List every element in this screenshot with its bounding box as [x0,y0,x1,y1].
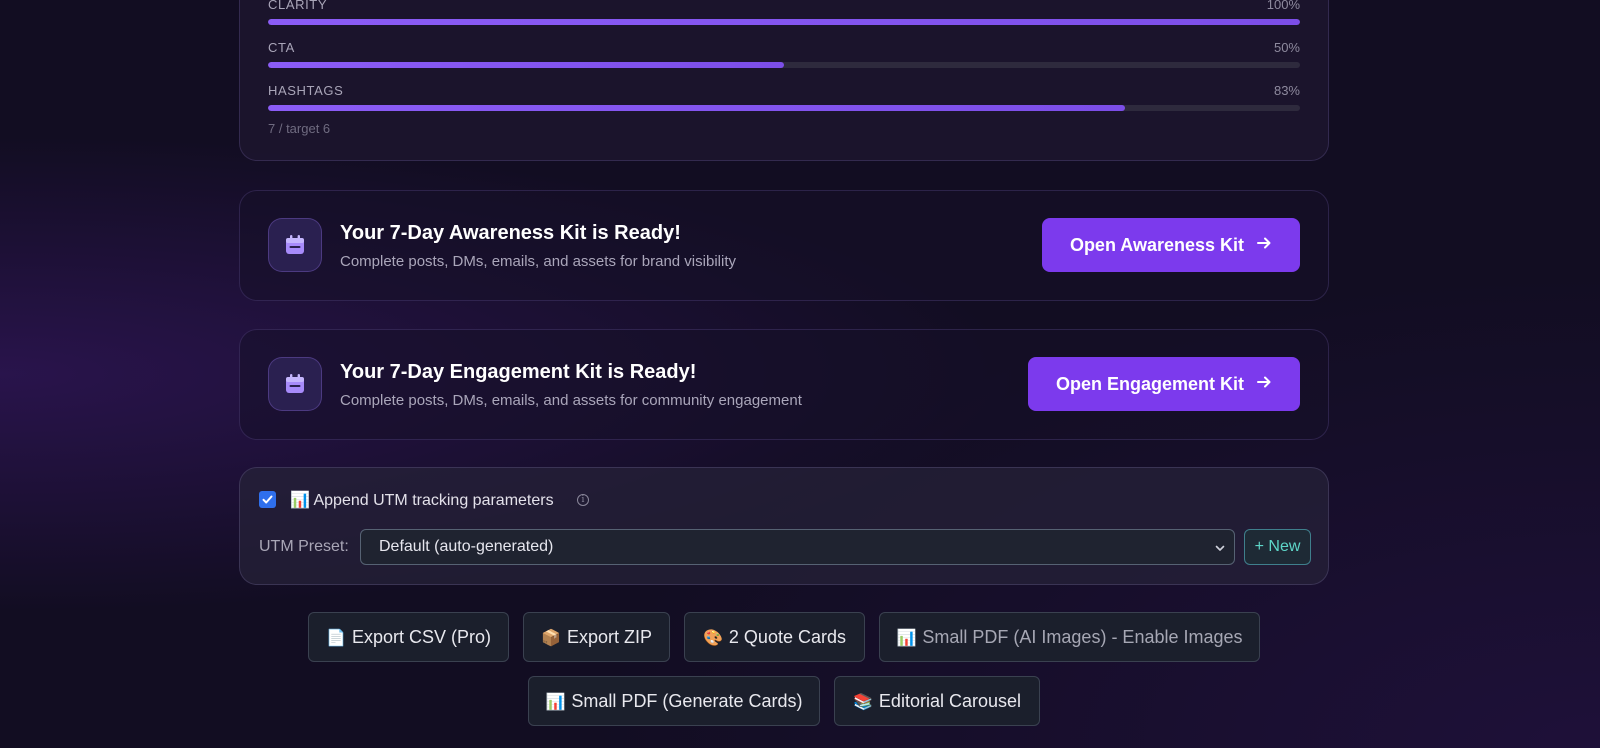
hashtags-note: 7 / target 6 [268,121,331,136]
progress-fill [268,62,784,68]
document-icon: 📄 [326,627,346,647]
progress-track [268,105,1300,111]
awareness-kit-card: Your 7-Day Awareness Kit is Ready! Compl… [239,190,1329,301]
export-zip-button[interactable]: 📦 Export ZIP [523,612,670,662]
metric-percent: 50% [1273,40,1300,55]
progress-track [268,62,1300,68]
utm-panel: 📊 Append UTM tracking parameters i UTM P… [239,467,1329,585]
button-label: Open Engagement Kit [1055,373,1244,394]
kit-subtitle: Complete posts, DMs, emails, and assets … [340,392,802,409]
utm-checkbox[interactable] [259,491,276,508]
utm-preset-select[interactable]: Default (auto-generated) [360,529,1235,565]
check-icon [262,495,273,504]
bar-chart-icon: 📊 [545,691,566,711]
utm-label[interactable]: 📊 Append UTM tracking parameters [290,490,554,510]
progress-track [268,19,1300,25]
quote-cards-button[interactable]: 🎨 2 Quote Cards [684,612,865,662]
kit-title: Your 7-Day Awareness Kit is Ready! [340,222,681,244]
button-label: Small PDF (AI Images) - Enable Images [922,626,1243,647]
utm-label-text: Append UTM tracking parameters [313,492,554,509]
button-label: Editorial Carousel [878,690,1021,711]
metric-cta: CTA 50% [268,39,1300,68]
bar-chart-icon: 📊 [290,490,310,509]
metric-label: CLARITY [268,0,328,12]
arrow-right-icon [1256,374,1272,395]
metric-hashtags: HASHTAGS 83% 7 / target 6 [268,82,1300,136]
metric-label: CTA [268,40,295,55]
metric-label: HASHTAGS [268,83,344,98]
utm-preset-value: Default (auto-generated) [379,538,554,555]
button-label: 2 Quote Cards [728,626,846,647]
button-label: Small PDF (Generate Cards) [571,690,803,711]
button-label: Export ZIP [566,626,652,647]
score-card: CLARITY 100% CTA 50% HASHTAGS 83% 7 / ta… [239,0,1329,161]
open-awareness-kit-button[interactable]: Open Awareness Kit [1041,218,1300,272]
books-icon: 📚 [853,691,873,711]
progress-fill [268,19,1300,25]
info-icon[interactable]: i [577,494,589,506]
utm-preset-label: UTM Preset: [259,538,349,555]
bar-chart-icon: 📊 [896,627,917,647]
kit-title: Your 7-Day Engagement Kit is Ready! [340,361,697,383]
palette-icon: 🎨 [703,627,723,647]
small-pdf-generate-cards-button[interactable]: 📊 Small PDF (Generate Cards) [528,676,820,726]
kit-subtitle: Complete posts, DMs, emails, and assets … [340,253,736,270]
progress-fill [268,105,1125,111]
button-label: Open Awareness Kit [1069,234,1244,255]
metric-percent: 100% [1266,0,1300,12]
calendar-icon [268,218,322,272]
export-csv-button[interactable]: 📄 Export CSV (Pro) [308,612,509,662]
arrow-right-icon [1256,235,1272,256]
metric-percent: 83% [1273,83,1300,98]
open-engagement-kit-button[interactable]: Open Engagement Kit [1027,357,1300,411]
calendar-icon [268,357,322,411]
chevron-down-icon [1214,541,1226,559]
engagement-kit-card: Your 7-Day Engagement Kit is Ready! Comp… [239,329,1329,440]
metric-clarity: CLARITY 100% [268,0,1300,25]
button-label: Export CSV (Pro) [351,626,491,647]
package-icon: 📦 [541,627,561,647]
new-utm-preset-button[interactable]: + New [1244,529,1311,565]
editorial-carousel-button[interactable]: 📚 Editorial Carousel [834,676,1040,726]
small-pdf-ai-images-button[interactable]: 📊 Small PDF (AI Images) - Enable Images [879,612,1260,662]
